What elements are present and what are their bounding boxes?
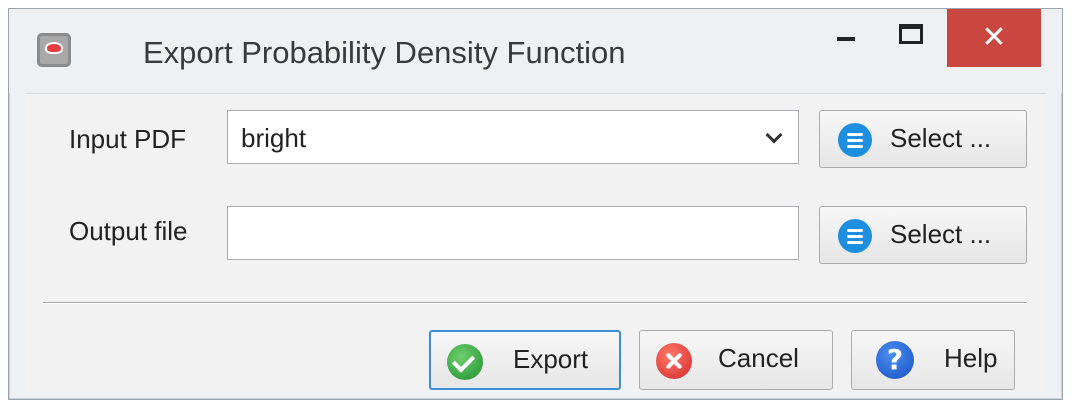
list-icon	[838, 123, 872, 157]
select-input-pdf-button[interactable]: Select ...	[819, 110, 1027, 168]
help-icon: ?	[876, 341, 914, 379]
select-button-label: Select ...	[890, 219, 992, 249]
dialog-content: Input PDF bright Select ... Output file …	[25, 93, 1046, 392]
separator	[43, 302, 1027, 304]
list-icon	[838, 219, 872, 253]
title-bar[interactable]: Export Probability Density Function ✕	[9, 9, 1062, 93]
help-button-label: Help	[944, 343, 998, 373]
app-icon	[37, 33, 71, 67]
minimize-button[interactable]	[821, 9, 873, 67]
export-button[interactable]: Export	[429, 330, 621, 390]
help-glyph: ?	[886, 343, 904, 376]
cancel-button[interactable]: Cancel	[639, 330, 833, 390]
output-file-input[interactable]	[227, 206, 799, 260]
select-button-label: Select ...	[890, 123, 992, 153]
input-pdf-dropdown[interactable]: bright	[227, 110, 799, 164]
chevron-down-icon	[766, 129, 782, 145]
check-icon	[447, 344, 483, 380]
dialog-frame: Export Probability Density Function ✕ In…	[8, 8, 1063, 400]
help-button[interactable]: ? Help	[851, 330, 1015, 390]
export-pdf-dialog: Export Probability Density Function ✕ In…	[0, 0, 1075, 410]
export-button-label: Export	[513, 344, 589, 374]
maximize-button[interactable]	[885, 9, 937, 67]
input-pdf-label: Input PDF	[69, 124, 187, 154]
close-icon: ✕	[981, 20, 1007, 55]
maximize-icon	[899, 24, 923, 44]
window-title: Export Probability Density Function	[143, 35, 626, 70]
cancel-button-label: Cancel	[718, 343, 799, 373]
select-output-file-button[interactable]: Select ...	[819, 206, 1027, 264]
close-button[interactable]: ✕	[947, 9, 1041, 67]
output-file-label: Output file	[69, 216, 188, 246]
input-pdf-value: bright	[241, 123, 307, 153]
minimize-icon	[837, 37, 855, 41]
cancel-icon	[656, 343, 692, 379]
